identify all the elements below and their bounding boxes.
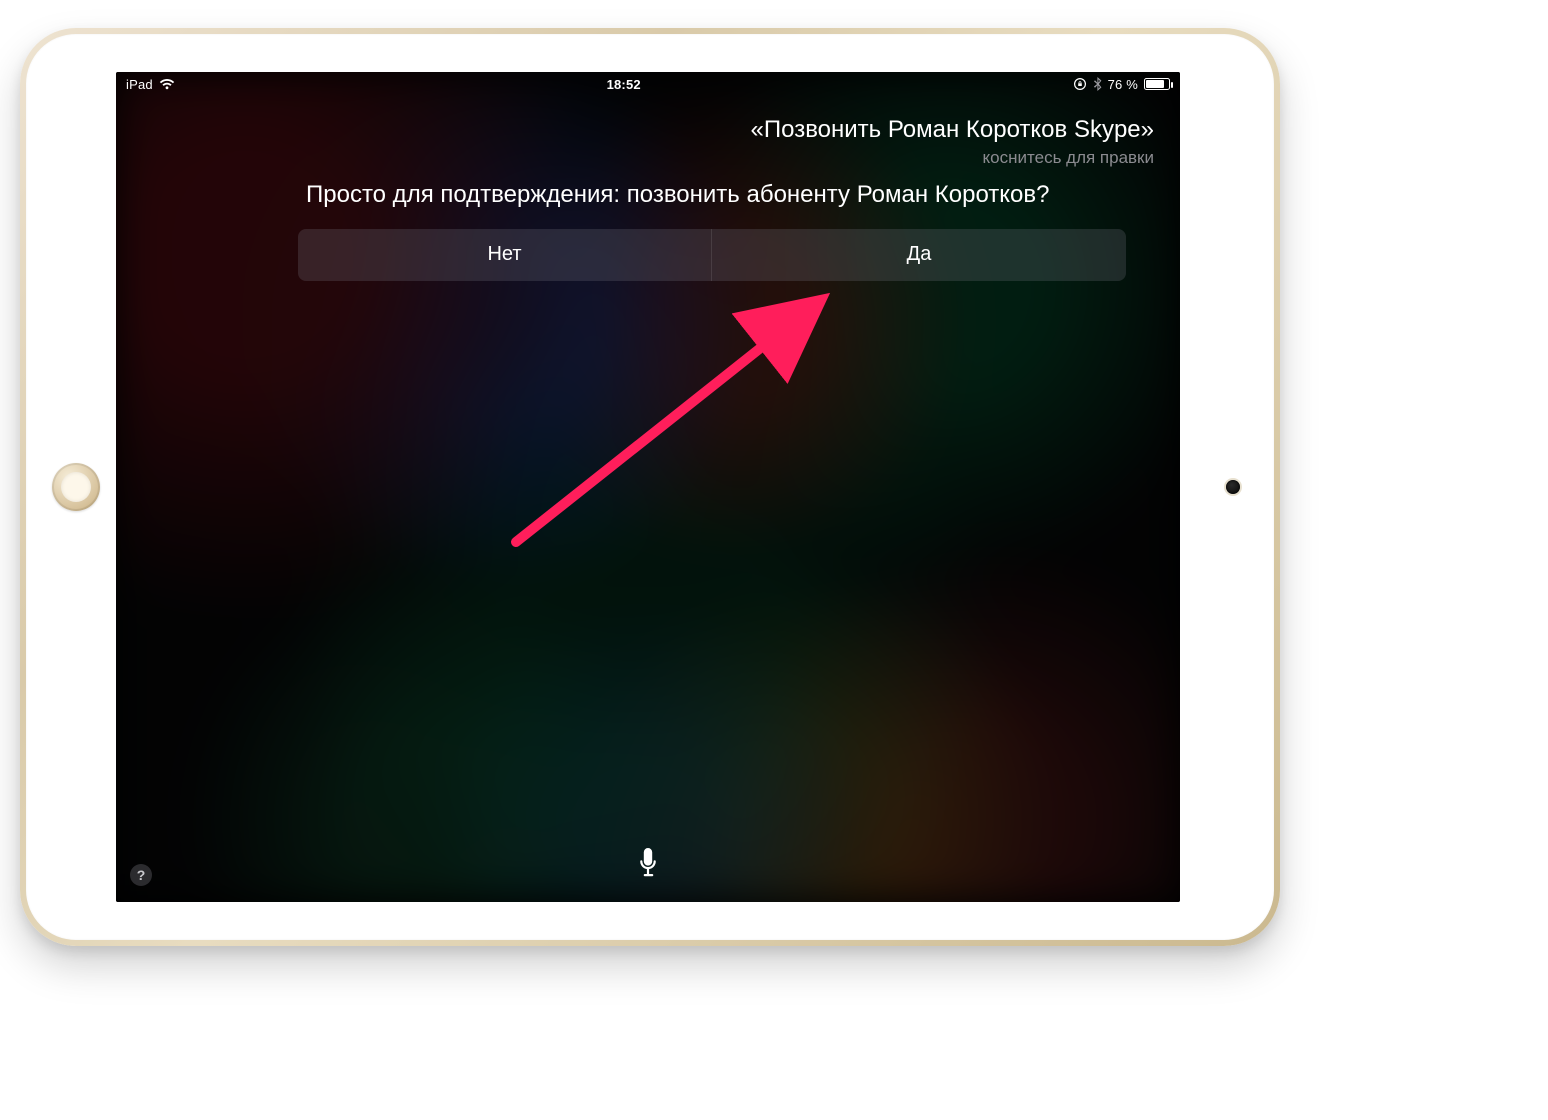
siri-edit-hint: коснитесь для правки xyxy=(751,148,1154,168)
status-time: 18:52 xyxy=(175,77,1073,92)
device-label: iPad xyxy=(126,77,153,92)
battery-icon xyxy=(1144,78,1170,90)
orientation-lock-icon xyxy=(1073,77,1087,91)
siri-help-button[interactable]: ? xyxy=(130,864,152,886)
bluetooth-icon xyxy=(1093,77,1102,91)
siri-response-text: Просто для подтверждения: позвонить абон… xyxy=(306,180,1118,211)
siri-mic-button[interactable] xyxy=(628,846,668,886)
battery-percent: 76 % xyxy=(1108,77,1138,92)
siri-user-query-text: «Позвонить Роман Коротков Skype» xyxy=(751,116,1154,144)
wifi-icon xyxy=(159,78,175,90)
microphone-icon xyxy=(637,848,659,885)
siri-user-query[interactable]: «Позвонить Роман Коротков Skype» косните… xyxy=(751,116,1154,168)
siri-response-card: Просто для подтверждения: позвонить абон… xyxy=(306,180,1118,281)
yes-button[interactable]: Да xyxy=(712,229,1126,281)
question-mark-icon: ? xyxy=(137,867,146,883)
ipad-screen: iPad 18:52 76 % xyxy=(116,72,1180,902)
ipad-home-button[interactable] xyxy=(52,463,100,511)
no-button[interactable]: Нет xyxy=(298,229,712,281)
ipad-device-frame: iPad 18:52 76 % xyxy=(20,28,1280,946)
ipad-front-camera xyxy=(1226,480,1240,494)
status-bar: iPad 18:52 76 % xyxy=(116,72,1180,96)
confirm-button-row: Нет Да xyxy=(298,229,1126,281)
